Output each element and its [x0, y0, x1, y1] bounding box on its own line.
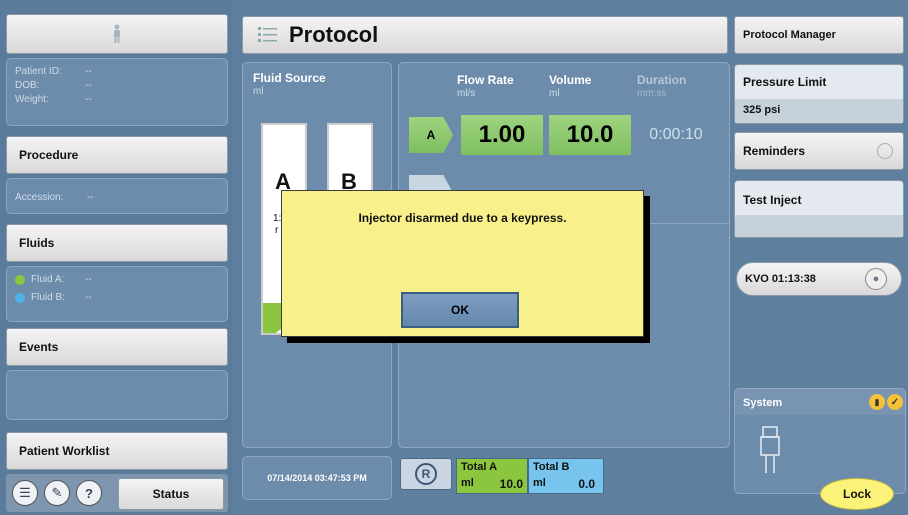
accession-label: Accession:: [15, 192, 64, 203]
protocol-manager-button[interactable]: Protocol Manager: [734, 16, 904, 54]
test-inject-panel[interactable]: Test Inject: [734, 180, 904, 238]
patient-info-panel: Patient ID: -- DOB: -- Weight: --: [6, 58, 228, 126]
kvo-label: KVO 01:13:38: [745, 273, 816, 285]
patient-button[interactable]: [6, 14, 228, 54]
pressure-limit-panel[interactable]: Pressure Limit 325 psi: [734, 64, 904, 124]
protocol-header: Protocol: [242, 16, 728, 54]
timestamp: 07/14/2014 03:47:53 PM: [242, 456, 392, 500]
status-button[interactable]: Status: [118, 478, 224, 510]
volume-value[interactable]: 10.0: [549, 115, 631, 155]
total-a-label: Total A: [461, 461, 498, 473]
reminders-label: Reminders: [743, 144, 806, 158]
syringe-a-text2: r: [275, 225, 279, 236]
procedure-button[interactable]: Procedure: [6, 136, 228, 174]
test-inject-label: Test Inject: [743, 193, 802, 207]
injector-head-icon: [760, 426, 780, 473]
total-b-unit: ml: [533, 477, 546, 489]
volume-unit: ml: [549, 88, 560, 99]
fluid-a-value: --: [85, 274, 92, 285]
fluids-button[interactable]: Fluids: [6, 224, 228, 262]
fluid-b-dot: [15, 293, 25, 303]
fluid-a-dot: [15, 275, 25, 285]
reminders-button[interactable]: Reminders: [734, 132, 904, 170]
reset-button[interactable]: R: [400, 458, 452, 490]
pressure-limit-label: Pressure Limit: [743, 75, 827, 89]
help-icon[interactable]: ?: [76, 480, 102, 506]
weight-value: --: [85, 94, 92, 105]
check-icon: ✓: [887, 394, 903, 410]
duration-value: 0:00:10: [649, 126, 703, 143]
duration-header: Duration: [637, 73, 687, 87]
wrench-icon[interactable]: ✎: [44, 480, 70, 506]
kvo-button[interactable]: KVO 01:13:38 ●: [736, 262, 902, 296]
total-b-value: 0.0: [578, 477, 595, 491]
patient-id-value: --: [85, 66, 92, 77]
reset-icon: R: [415, 463, 437, 485]
person-icon: [114, 24, 120, 43]
volume-header: Volume: [549, 73, 592, 87]
total-a-value: 10.0: [499, 477, 523, 491]
lock-button[interactable]: Lock: [820, 478, 894, 510]
fluid-source-label: Fluid Source: [253, 71, 326, 85]
drop-icon: ●: [865, 268, 887, 290]
patient-worklist-button[interactable]: Patient Worklist: [6, 432, 228, 470]
dialog-ok-button[interactable]: OK: [401, 292, 519, 328]
flow-rate-header: Flow Rate: [457, 73, 514, 87]
fluid-b-value: --: [85, 292, 92, 303]
syringe-status-icon: ▮: [869, 394, 885, 410]
fluid-b-label: Fluid B:: [31, 292, 65, 303]
protocol-title: Protocol: [289, 22, 379, 47]
pressure-limit-value: 325 psi: [743, 104, 781, 116]
flow-rate-unit: ml/s: [457, 88, 476, 99]
events-button[interactable]: Events: [6, 328, 228, 366]
accession-panel: Accession: --: [6, 178, 228, 214]
total-a-box: Total A ml 10.0: [456, 458, 528, 494]
list-icon: [258, 27, 277, 42]
duration-unit: mm:ss: [637, 88, 667, 99]
dob-label: DOB:: [15, 80, 40, 91]
total-b-box: Total B ml 0.0: [528, 458, 604, 494]
accession-value: --: [87, 192, 94, 203]
events-panel: [6, 370, 228, 420]
patient-id-label: Patient ID:: [15, 66, 62, 77]
fluids-panel: Fluid A: -- Fluid B: --: [6, 266, 228, 322]
bottom-toolbar: ☰ ✎ ? Status: [6, 474, 228, 512]
system-panel: System ▮ ✓: [734, 388, 906, 494]
total-a-unit: ml: [461, 477, 474, 489]
flow-rate-value[interactable]: 1.00: [461, 115, 543, 155]
phase-a-tag[interactable]: A: [409, 117, 453, 153]
left-panel: Patient ID: -- DOB: -- Weight: -- Proced…: [0, 0, 232, 515]
weight-label: Weight:: [15, 94, 49, 105]
fluid-a-label: Fluid A:: [31, 274, 65, 285]
fluid-source-unit: ml: [253, 86, 264, 97]
system-label: System: [743, 397, 783, 409]
total-b-label: Total B: [533, 461, 570, 473]
timer-icon: [877, 143, 893, 159]
dialog-message: Injector disarmed due to a keypress.: [358, 211, 567, 225]
dob-value: --: [85, 80, 92, 91]
list-view-icon[interactable]: ☰: [12, 480, 38, 506]
